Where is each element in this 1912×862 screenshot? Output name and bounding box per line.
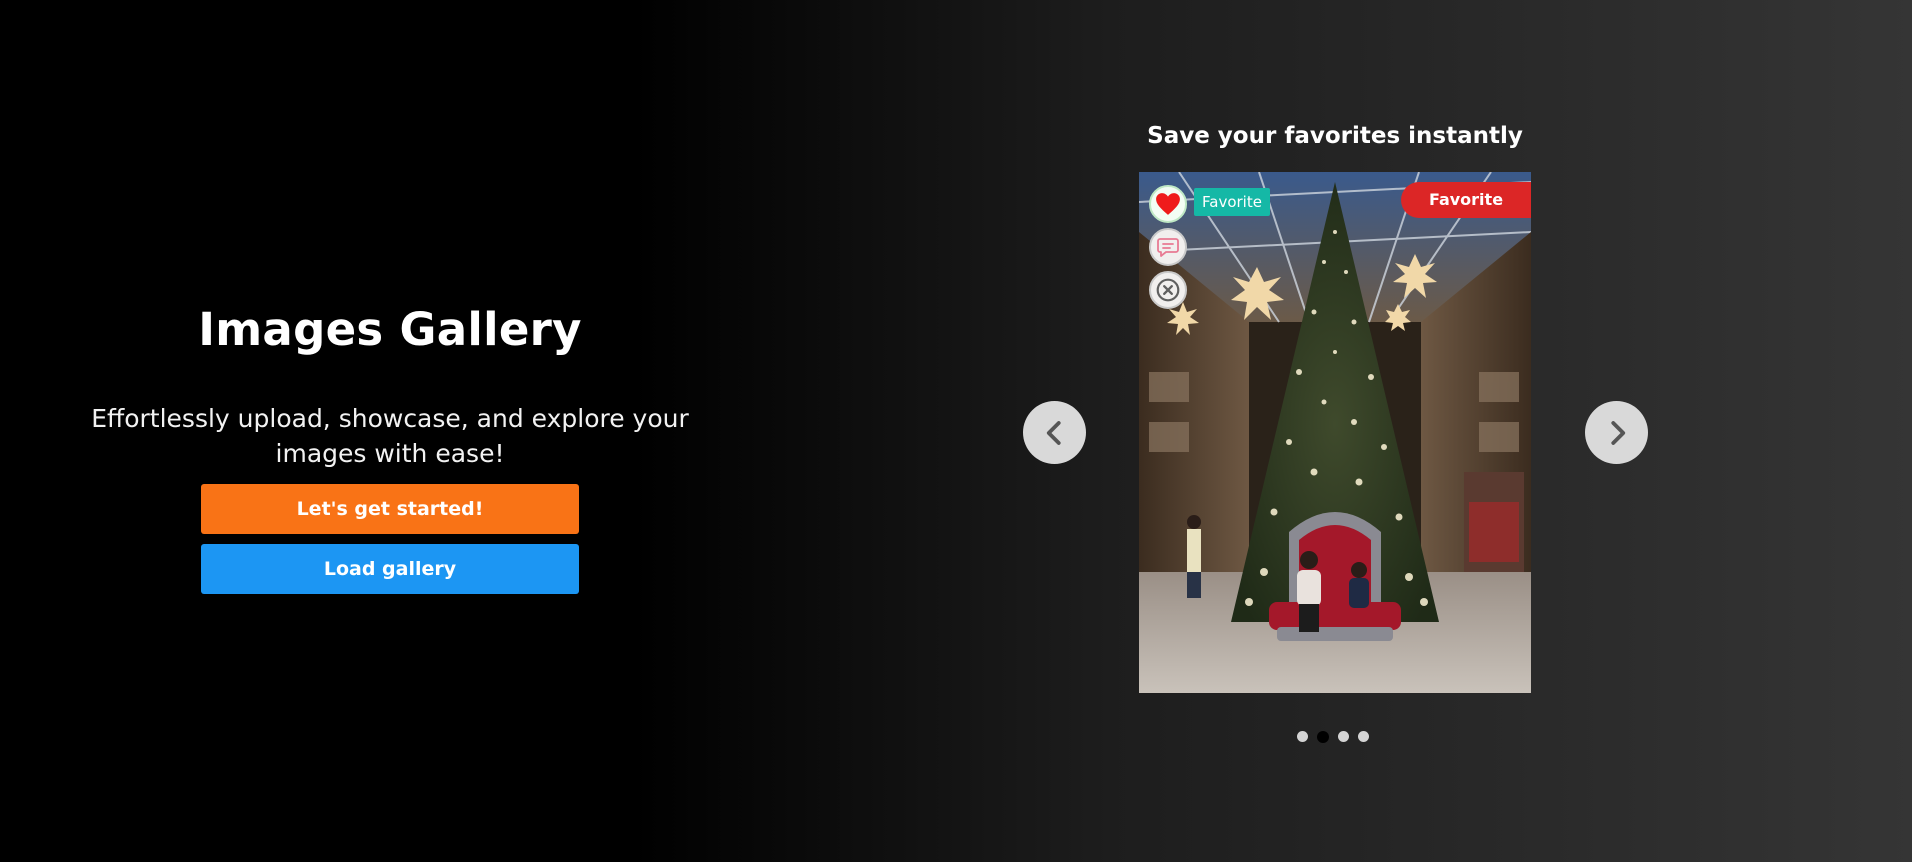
carousel-slide[interactable]: Favorite Favorite	[1139, 172, 1531, 693]
chevron-right-icon	[1610, 420, 1625, 445]
favorite-ribbon: Favorite	[1401, 182, 1531, 218]
carousel-dot-4[interactable]	[1358, 731, 1369, 742]
carousel-dot-3[interactable]	[1338, 731, 1349, 742]
carousel-indicators	[1297, 730, 1369, 743]
get-started-button[interactable]: Let's get started!	[201, 484, 579, 534]
comment-button[interactable]	[1149, 228, 1187, 266]
comment-icon	[1157, 238, 1179, 257]
carousel-next-button[interactable]	[1585, 401, 1648, 464]
hero-section: Images Gallery Effortlessly upload, show…	[40, 300, 740, 594]
carousel-dot-2[interactable]	[1317, 730, 1329, 743]
load-gallery-button[interactable]: Load gallery	[201, 544, 579, 594]
favorite-tag: Favorite	[1194, 188, 1270, 216]
heart-icon	[1156, 193, 1180, 215]
carousel-caption: Save your favorites instantly	[1147, 123, 1523, 149]
carousel-dot-1[interactable]	[1297, 731, 1308, 742]
carousel-prev-button[interactable]	[1023, 401, 1086, 464]
remove-button[interactable]	[1149, 271, 1187, 309]
hero-subtitle: Effortlessly upload, showcase, and explo…	[91, 404, 689, 468]
page-title: Images Gallery	[198, 303, 582, 356]
chevron-left-icon	[1046, 420, 1061, 445]
favorite-heart-button[interactable]	[1149, 185, 1187, 223]
close-circle-icon	[1156, 278, 1180, 302]
christmas-tree-photo	[1139, 172, 1531, 693]
